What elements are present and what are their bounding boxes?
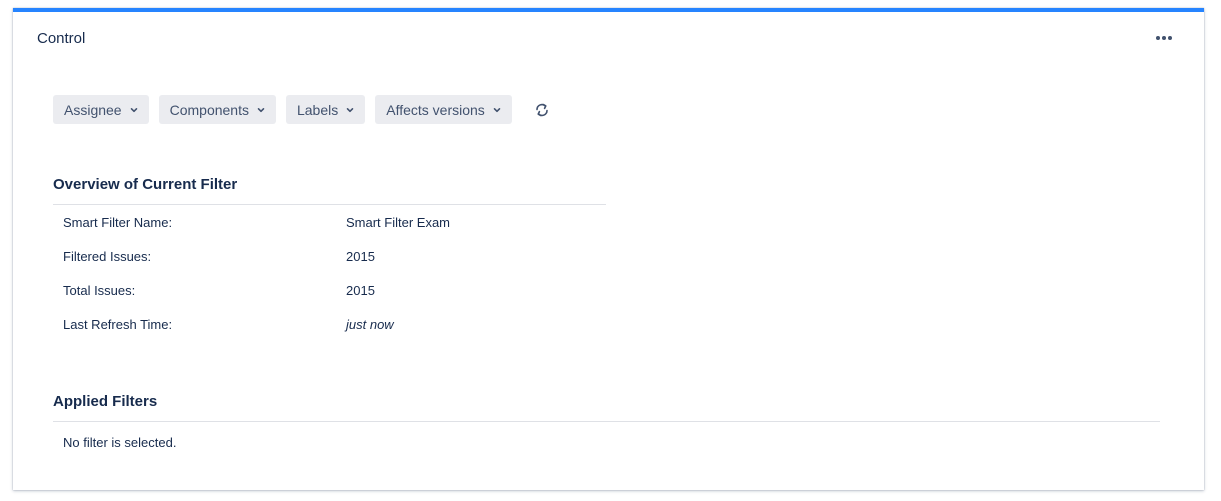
refresh-icon <box>534 102 550 118</box>
overview-value-last-refresh: just now <box>346 317 394 332</box>
filter-label: Labels <box>296 101 339 118</box>
overview-label-total-issues: Total Issues: <box>63 283 136 298</box>
refresh-button[interactable] <box>530 98 554 122</box>
overview-label-filtered-issues: Filtered Issues: <box>63 249 152 264</box>
filter-affects-versions-button[interactable]: Affects versions <box>375 95 512 124</box>
panel-title: Control <box>37 30 86 47</box>
overview-value-filtered-issues: 2015 <box>346 249 375 264</box>
control-panel: Control Assignee Components Labels Affec… <box>13 8 1204 490</box>
overview-label-last-refresh: Last Refresh Time: <box>63 317 173 332</box>
applied-filters-empty-message: No filter is selected. <box>63 435 177 450</box>
overview-value-total-issues: 2015 <box>346 283 375 298</box>
filter-label: Affects versions <box>386 101 485 118</box>
chevron-down-icon <box>345 105 355 115</box>
filter-labels-button[interactable]: Labels <box>285 95 366 124</box>
applied-filters-title: Applied Filters <box>53 393 158 410</box>
applied-filters-divider <box>53 421 1160 422</box>
chevron-down-icon <box>129 105 139 115</box>
more-horizontal-icon <box>1155 36 1173 40</box>
overview-title: Overview of Current Filter <box>53 176 238 193</box>
filter-label: Components <box>169 101 249 118</box>
filter-bar: Assignee Components Labels Affects versi… <box>53 95 554 124</box>
chevron-down-icon <box>492 105 502 115</box>
filter-assignee-button[interactable]: Assignee <box>53 95 149 124</box>
filter-label: Assignee <box>64 101 122 118</box>
filter-components-button[interactable]: Components <box>158 95 276 124</box>
overview-value-filter-name: Smart Filter Exam <box>346 215 451 230</box>
overview-label-filter-name: Smart Filter Name: <box>63 215 173 230</box>
chevron-down-icon <box>256 105 266 115</box>
more-options-button[interactable] <box>1152 28 1176 48</box>
overview-divider <box>53 204 606 205</box>
